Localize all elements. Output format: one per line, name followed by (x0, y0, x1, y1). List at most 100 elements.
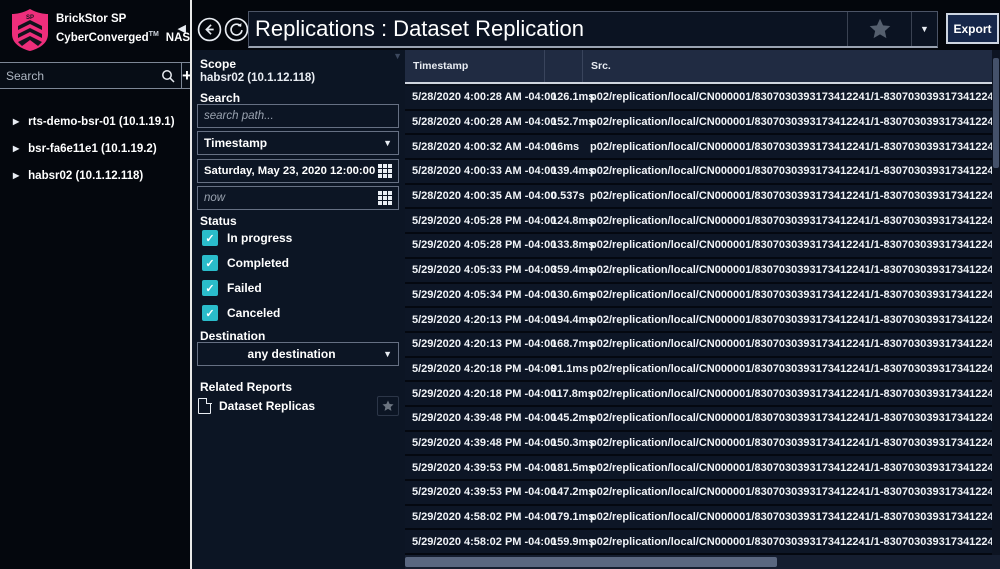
sidebar-search-box[interactable] (0, 62, 182, 89)
star-icon (382, 400, 394, 411)
cell-src: p02/replication/local/CN000001/830703039… (590, 239, 992, 252)
table-row[interactable]: 5/29/2020 4:39:48 PM -04:00 145.2ms p02/… (405, 406, 992, 432)
cell-duration: 181.5ms (551, 461, 595, 474)
table-row[interactable]: 5/29/2020 4:05:28 PM -04:00 124.8ms p02/… (405, 209, 992, 235)
checkbox-checked-icon[interactable]: ✓ (202, 230, 218, 246)
vertical-scrollbar-thumb[interactable] (993, 58, 999, 168)
cell-timestamp: 5/29/2020 4:39:53 PM -04:00 (412, 461, 557, 474)
table-row[interactable]: 5/29/2020 4:39:53 PM -04:00 147.2ms p02/… (405, 481, 992, 506)
path-search-input[interactable] (204, 110, 392, 122)
date-to-field[interactable] (197, 186, 399, 210)
status-checkbox-row[interactable]: ✓ Completed (202, 253, 289, 273)
calendar-icon[interactable] (378, 164, 392, 178)
cell-duration: 159.9ms (551, 535, 595, 548)
sidebar-server-item[interactable]: ▶ habsr02 (10.1.12.118) (0, 162, 190, 189)
table-row[interactable]: 5/29/2020 4:39:53 PM -04:00 181.5ms p02/… (405, 456, 992, 481)
cell-src: p02/replication/local/CN000001/830703039… (590, 412, 992, 425)
status-checkbox-label: In progress (227, 231, 293, 245)
brand-name: BrickStor SP CyberConvergedTM NAS (56, 12, 190, 46)
table-header: Timestamp Src. (405, 50, 992, 84)
refresh-icon[interactable] (224, 17, 249, 42)
table-row[interactable]: 5/29/2020 4:20:18 PM -04:00 91.1ms p02/r… (405, 357, 992, 383)
table-row[interactable]: 5/29/2020 4:20:13 PM -04:00 168.7ms p02/… (405, 332, 992, 358)
table-row[interactable]: 5/29/2020 4:20:18 PM -04:00 117.8ms p02/… (405, 382, 992, 407)
table-row[interactable]: 5/29/2020 4:58:02 PM -04:00 159.9ms p02/… (405, 530, 992, 556)
cell-duration: 124.8ms (551, 214, 595, 227)
table-row[interactable]: 5/28/2020 4:00:32 AM -04:00 16ms p02/rep… (405, 135, 992, 161)
table-row[interactable]: 5/28/2020 4:00:28 AM -04:00 152.7ms p02/… (405, 110, 992, 136)
status-checkbox-row[interactable]: ✓ In progress (202, 228, 292, 248)
cell-duration: 16ms (551, 140, 580, 153)
table-row[interactable]: 5/29/2020 4:05:34 PM -04:00 130.6ms p02/… (405, 283, 992, 309)
cell-timestamp: 5/29/2020 4:05:34 PM -04:00 (412, 288, 557, 301)
column-header-src[interactable]: Src. (583, 50, 992, 82)
checkbox-checked-icon[interactable]: ✓ (202, 305, 218, 321)
date-from-field[interactable]: Saturday, May 23, 2020 12:00:00 AM (197, 159, 399, 183)
cell-src: p02/replication/local/CN000001/830703039… (590, 387, 992, 400)
cell-timestamp: 5/29/2020 4:20:18 PM -04:00 (412, 362, 557, 375)
horizontal-scrollbar-thumb[interactable] (405, 557, 777, 567)
back-icon[interactable] (197, 17, 222, 42)
expand-arrow-icon[interactable]: ▶ (13, 144, 19, 153)
cell-timestamp: 5/28/2020 4:00:33 AM -04:00 (412, 165, 557, 178)
scope-value: habsr02 (10.1.12.118) (200, 72, 316, 84)
cell-timestamp: 5/29/2020 4:39:48 PM -04:00 (412, 436, 557, 449)
expand-arrow-icon[interactable]: ▶ (13, 117, 19, 126)
column-header-duration[interactable] (545, 50, 583, 82)
sidebar-collapse-icon[interactable]: ◀ (178, 22, 186, 35)
export-button[interactable]: Export (946, 13, 999, 44)
panel-scroll-hint-icon[interactable]: ▼ (393, 51, 402, 61)
path-search-box[interactable] (197, 104, 399, 128)
status-label: Status (200, 214, 237, 228)
horizontal-scrollbar[interactable] (405, 555, 1000, 569)
sidebar-server-item[interactable]: ▶ rts-demo-bsr-01 (10.1.19.1) (0, 108, 190, 135)
date-to-input[interactable] (204, 192, 378, 204)
cell-timestamp: 5/28/2020 4:00:32 AM -04:00 (412, 140, 557, 153)
table-row[interactable]: 5/28/2020 4:00:28 AM -04:00 126.1ms p02/… (405, 86, 992, 111)
cell-src: p02/replication/local/CN000001/830703039… (590, 461, 992, 474)
destination-label: Destination (200, 329, 266, 343)
expand-arrow-icon[interactable]: ▶ (13, 171, 19, 180)
cell-duration: 150.3ms (551, 436, 595, 449)
calendar-icon[interactable] (378, 191, 392, 205)
related-report-name: Dataset Replicas (219, 399, 316, 413)
sidebar: SP BrickStor SP CyberConvergedTMNAS ◀ + … (0, 0, 193, 569)
related-reports-label: Related Reports (200, 380, 293, 394)
status-checkbox-row[interactable]: ✓ Canceled (202, 303, 280, 323)
brand-tm: TM (148, 31, 159, 38)
cell-duration: 168.7ms (551, 338, 595, 351)
checkbox-checked-icon[interactable]: ✓ (202, 280, 218, 296)
table-row[interactable]: 5/29/2020 4:39:48 PM -04:00 150.3ms p02/… (405, 431, 992, 457)
destination-select[interactable]: any destination ▼ (197, 342, 399, 366)
svg-text:SP: SP (26, 15, 34, 21)
table-row[interactable]: 5/29/2020 4:20:13 PM -04:00 194.4ms p02/… (405, 308, 992, 333)
cell-src: p02/replication/local/CN000001/830703039… (590, 338, 992, 351)
vertical-scrollbar[interactable] (992, 50, 1000, 555)
cell-duration: 0.537s (551, 190, 585, 203)
app-window: SP BrickStor SP CyberConvergedTMNAS ◀ + … (0, 0, 1000, 569)
sort-field-select[interactable]: Timestamp ▼ (197, 131, 399, 155)
brickstor-logo-icon: SP (12, 9, 48, 51)
cell-timestamp: 5/29/2020 4:39:48 PM -04:00 (412, 412, 557, 425)
related-report-item[interactable]: Dataset Replicas (198, 394, 399, 418)
cell-duration: 130.6ms (551, 288, 595, 301)
column-header-timestamp[interactable]: Timestamp (405, 50, 545, 82)
table-row[interactable]: 5/29/2020 4:58:02 PM -04:00 179.1ms p02/… (405, 505, 992, 531)
page-title: Replications : Dataset Replication (255, 16, 584, 41)
server-label: bsr-fa6e11e1 (10.1.19.2) (28, 142, 157, 155)
title-dropdown-button[interactable]: ▼ (911, 12, 937, 46)
table-row[interactable]: 5/29/2020 4:05:33 PM -04:00 359.4ms p02/… (405, 258, 992, 284)
related-report-star-button[interactable] (377, 396, 399, 416)
cell-src: p02/replication/local/CN000001/830703039… (590, 362, 992, 375)
favorite-button[interactable] (847, 12, 911, 46)
table-row[interactable]: 5/28/2020 4:00:33 AM -04:00 139.4ms p02/… (405, 160, 992, 185)
table-row[interactable]: 5/29/2020 4:05:28 PM -04:00 133.8ms p02/… (405, 234, 992, 259)
status-checkbox-row[interactable]: ✓ Failed (202, 278, 262, 298)
checkbox-checked-icon[interactable]: ✓ (202, 255, 218, 271)
cell-timestamp: 5/29/2020 4:05:33 PM -04:00 (412, 264, 557, 277)
sidebar-server-item[interactable]: ▶ bsr-fa6e11e1 (10.1.19.2) (0, 135, 190, 162)
cell-timestamp: 5/28/2020 4:00:35 AM -04:00 (412, 190, 557, 203)
sidebar-search-input[interactable] (6, 68, 161, 83)
table-row[interactable]: 5/28/2020 4:00:35 AM -04:00 0.537s p02/r… (405, 184, 992, 210)
replication-table: Timestamp Src. 5/28/2020 4:00:28 AM -04:… (405, 50, 1000, 569)
